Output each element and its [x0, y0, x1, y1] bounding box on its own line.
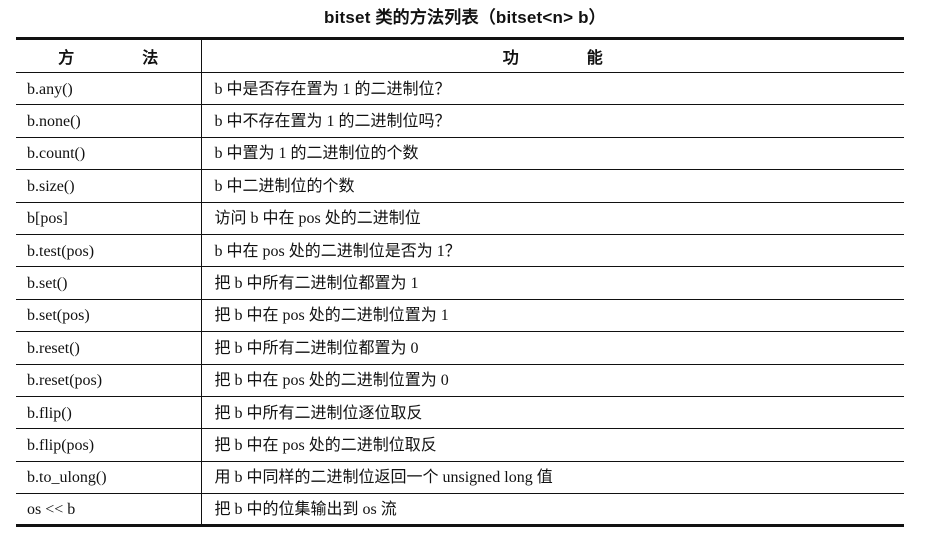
table-row: b.to_ulong() 用 b 中同样的二进制位返回一个 unsigned l…: [16, 461, 904, 495]
description-cell: 把 b 中在 pos 处的二进制位置为 0: [200, 364, 904, 397]
table-row: b.reset() 把 b 中所有二进制位都置为 0: [16, 331, 904, 365]
method-cell: b.reset(): [16, 331, 201, 365]
bitset-methods-table: 方 法 功 能 b.any() b 中是否存在置为 1 的二进制位？ b.non…: [16, 37, 904, 528]
table-body: b.any() b 中是否存在置为 1 的二进制位？ b.none() b 中不…: [16, 72, 904, 528]
table-row: b.flip() 把 b 中所有二进制位逐位取反: [16, 396, 904, 430]
table-row: b.reset(pos) 把 b 中在 pos 处的二进制位置为 0: [16, 364, 904, 397]
description-cell: 把 b 中所有二进制位都置为 0: [200, 331, 904, 365]
description-cell: b 中是否存在置为 1 的二进制位？: [200, 72, 904, 106]
method-cell: b.any(): [16, 72, 201, 106]
method-cell: b.flip(): [16, 396, 201, 430]
description-cell: b 中置为 1 的二进制位的个数: [200, 137, 904, 171]
table-row: b.flip(pos) 把 b 中在 pos 处的二进制位取反: [16, 428, 904, 462]
table-row: b.none() b 中不存在置为 1 的二进制位吗？: [16, 104, 904, 138]
table-header: 方 法 功 能: [16, 37, 904, 73]
method-cell: b.reset(pos): [16, 364, 201, 397]
table-row: b[pos] 访问 b 中在 pos 处的二进制位: [16, 202, 904, 235]
method-cell: os << b: [16, 493, 201, 528]
header-function: 功 能: [200, 37, 904, 73]
description-cell: b 中在 pos 处的二进制位是否为 1？: [200, 234, 904, 268]
description-cell: b 中二进制位的个数: [200, 169, 904, 203]
method-cell: b.to_ulong(): [16, 461, 201, 495]
description-cell: b 中不存在置为 1 的二进制位吗？: [200, 104, 904, 138]
description-cell: 把 b 中所有二进制位都置为 1: [200, 266, 904, 300]
table-row: b.size() b 中二进制位的个数: [16, 169, 904, 203]
method-cell: b.none(): [16, 104, 201, 138]
method-cell: b.set(): [16, 266, 201, 300]
description-cell: 把 b 中在 pos 处的二进制位取反: [200, 428, 904, 462]
header-row: 方 法 功 能: [16, 37, 904, 73]
table-caption: bitset 类的方法列表（bitset<n> b）: [324, 8, 606, 27]
table-row: os << b 把 b 中的位集输出到 os 流: [16, 493, 904, 528]
method-cell: b.size(): [16, 169, 201, 203]
method-cell: b.set(pos): [16, 299, 201, 333]
document-page: bitset 类的方法列表（bitset<n> b） 方 法 功 能 b.any…: [0, 0, 930, 540]
description-cell: 把 b 中的位集输出到 os 流: [200, 493, 904, 528]
method-cell: b.count(): [16, 137, 201, 171]
method-cell: b.flip(pos): [16, 428, 201, 462]
description-cell: 把 b 中在 pos 处的二进制位置为 1: [200, 299, 904, 333]
table-row: b.count() b 中置为 1 的二进制位的个数: [16, 137, 904, 171]
header-method: 方 法: [16, 37, 201, 73]
table-row: b.any() b 中是否存在置为 1 的二进制位？: [16, 72, 904, 106]
description-cell: 把 b 中所有二进制位逐位取反: [200, 396, 904, 430]
table-row: b.set(pos) 把 b 中在 pos 处的二进制位置为 1: [16, 299, 904, 333]
method-cell: b[pos]: [16, 202, 201, 235]
description-cell: 用 b 中同样的二进制位返回一个 unsigned long 值: [200, 461, 904, 495]
description-cell: 访问 b 中在 pos 处的二进制位: [200, 202, 904, 235]
table-row: b.set() 把 b 中所有二进制位都置为 1: [16, 266, 904, 300]
table-row: b.test(pos) b 中在 pos 处的二进制位是否为 1？: [16, 234, 904, 268]
method-cell: b.test(pos): [16, 234, 201, 268]
